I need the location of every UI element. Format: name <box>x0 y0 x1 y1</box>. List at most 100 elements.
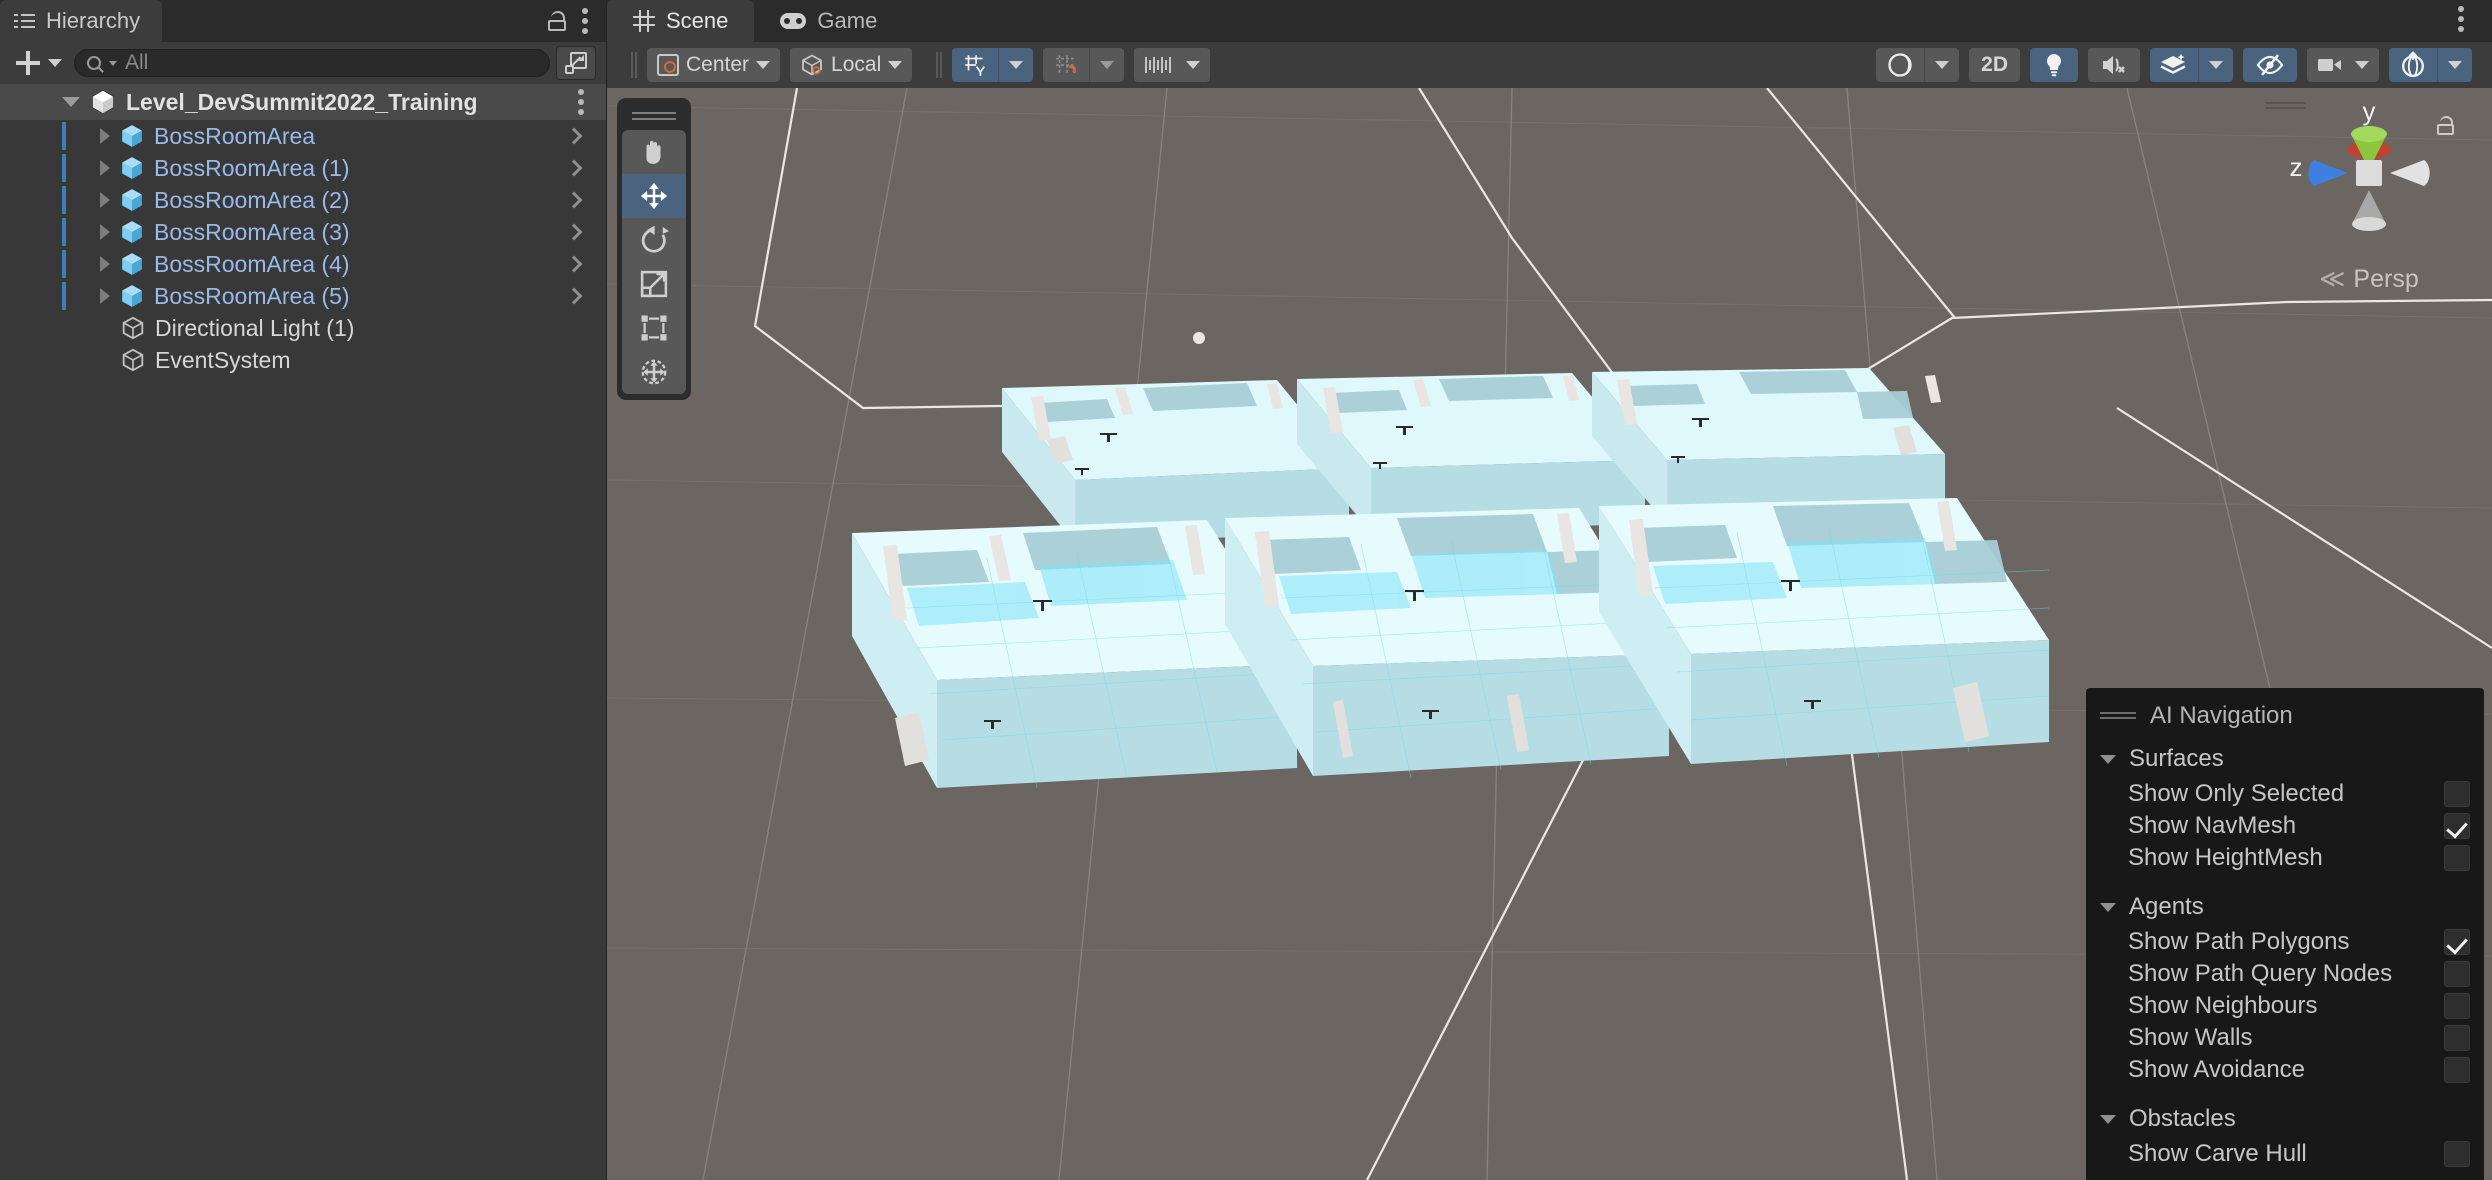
pivot-mode-button[interactable]: Center <box>647 48 780 82</box>
grid-snapping-dropdown[interactable] <box>1089 48 1124 82</box>
hierarchy-item-bossroomarea-3[interactable]: BossRoomArea (3) <box>0 216 606 248</box>
drag-handle-icon[interactable] <box>2266 102 2306 112</box>
prefab-open-chevron-icon[interactable] <box>566 192 583 209</box>
scene-lighting-button[interactable] <box>2030 48 2078 82</box>
lock-icon[interactable] <box>548 11 566 31</box>
drag-handle-icon[interactable] <box>632 110 676 122</box>
kebab-menu-icon[interactable] <box>582 8 588 34</box>
chevron-down-icon[interactable] <box>62 97 80 107</box>
transform-tool-button[interactable] <box>622 350 686 394</box>
ai-row-show-path-polygons[interactable]: Show Path Polygons <box>2086 926 2484 958</box>
ai-row-show-carve-hull[interactable]: Show Carve Hull <box>2086 1138 2484 1170</box>
scene-root-row[interactable]: Level_DevSummit2022_Training <box>0 84 606 120</box>
tab-hierarchy-label: Hierarchy <box>46 8 140 34</box>
hierarchy-item-label: BossRoomArea (4) <box>154 251 350 278</box>
ai-row-label: Show HeightMesh <box>2128 844 2323 872</box>
ai-group-header-obstacles[interactable]: Obstacles <box>2086 1100 2484 1138</box>
expand-collapse-button[interactable] <box>556 46 596 80</box>
expand-arrow-icon[interactable] <box>100 256 110 272</box>
ai-row-show-walls[interactable]: Show Walls <box>2086 1022 2484 1054</box>
add-gameobject-button[interactable] <box>10 51 68 75</box>
hierarchy-tree: BossRoomArea BossRoomArea (1) BossRoomAr… <box>0 120 606 1180</box>
ai-row-checkbox[interactable] <box>2444 1025 2470 1051</box>
kebab-menu-icon[interactable] <box>2458 6 2464 32</box>
prefab-open-chevron-icon[interactable] <box>566 288 583 305</box>
increment-snap-button[interactable] <box>1134 48 1210 82</box>
tab-scene[interactable]: Scene <box>607 0 754 42</box>
chevron-down-icon[interactable] <box>2100 1115 2116 1124</box>
kebab-menu-icon[interactable] <box>578 89 584 115</box>
gizmos-button[interactable] <box>2389 48 2437 82</box>
prefab-open-chevron-icon[interactable] <box>566 256 583 273</box>
ai-group-label: Agents <box>2129 893 2204 921</box>
hierarchy-item-label: EventSystem <box>155 347 291 374</box>
ai-row-checkbox[interactable] <box>2444 961 2470 987</box>
prefab-open-chevron-icon[interactable] <box>566 160 583 177</box>
hierarchy-item-eventsystem[interactable]: EventSystem <box>0 344 606 376</box>
grid-axis-dropdown[interactable] <box>998 48 1033 82</box>
chevron-down-icon <box>2355 61 2369 69</box>
hand-tool-button[interactable] <box>622 130 686 174</box>
gizmos-dropdown[interactable] <box>2437 48 2472 82</box>
search-input[interactable]: All <box>74 49 550 77</box>
ai-row-checkbox[interactable] <box>2444 813 2470 839</box>
prefab-open-chevron-icon[interactable] <box>566 128 583 145</box>
ai-row-checkbox[interactable] <box>2444 1057 2470 1083</box>
move-tool-button[interactable] <box>622 174 686 218</box>
hierarchy-item-directional-light-1[interactable]: Directional Light (1) <box>0 312 606 344</box>
ai-group-header-surfaces[interactable]: Surfaces <box>2086 740 2484 778</box>
rotate-tool-button[interactable] <box>622 218 686 262</box>
hierarchy-item-bossroomarea-5[interactable]: BossRoomArea (5) <box>0 280 606 312</box>
chevron-down-icon <box>888 61 902 69</box>
ai-row-checkbox[interactable] <box>2444 929 2470 955</box>
lock-open-icon[interactable] <box>2437 116 2454 135</box>
grid-snapping-button[interactable] <box>1043 48 1089 82</box>
search-filter-chevron-icon[interactable] <box>109 61 117 66</box>
tab-game[interactable]: Game <box>754 0 903 42</box>
projection-mode[interactable]: ≪Persp <box>2264 264 2474 294</box>
hierarchy-item-bossroomarea-1[interactable]: BossRoomArea (1) <box>0 152 606 184</box>
expand-arrow-icon[interactable] <box>100 160 110 176</box>
chevron-down-icon[interactable] <box>2100 755 2116 764</box>
fx-button[interactable] <box>2150 48 2198 82</box>
fx-dropdown[interactable] <box>2198 48 2233 82</box>
ai-row-checkbox[interactable] <box>2444 781 2470 807</box>
hierarchy-item-bossroomarea[interactable]: BossRoomArea <box>0 120 606 152</box>
hierarchy-item-label: BossRoomArea <box>154 123 315 150</box>
scale-tool-button[interactable] <box>622 262 686 306</box>
ai-row-label: Show Neighbours <box>2128 992 2317 1020</box>
prefab-open-chevron-icon[interactable] <box>566 224 583 241</box>
expand-arrow-icon[interactable] <box>100 128 110 144</box>
ai-row-show-navmesh[interactable]: Show NavMesh <box>2086 810 2484 842</box>
ai-group-header-agents[interactable]: Agents <box>2086 888 2484 926</box>
shading-mode-dropdown[interactable] <box>1924 48 1959 82</box>
expand-arrow-icon[interactable] <box>100 288 110 304</box>
ai-row-checkbox[interactable] <box>2444 1141 2470 1167</box>
ai-row-show-neighbours[interactable]: Show Neighbours <box>2086 990 2484 1022</box>
shading-mode-button[interactable] <box>1876 48 1924 82</box>
drag-handle-icon[interactable] <box>2100 711 2136 721</box>
ai-row-checkbox[interactable] <box>2444 845 2470 871</box>
scene-audio-button[interactable] <box>2088 48 2140 82</box>
ai-group-label: Obstacles <box>2129 1105 2236 1133</box>
scene-orientation-gizmo[interactable]: y z ≪Per <box>2264 98 2474 298</box>
camera-settings-button[interactable] <box>2307 48 2379 82</box>
handle-space-button[interactable]: Local <box>790 48 912 82</box>
chevron-down-icon[interactable] <box>2100 903 2116 912</box>
hidden-objects-button[interactable] <box>2243 48 2297 82</box>
rect-tool-button[interactable] <box>622 306 686 350</box>
toggle-2d-button[interactable]: 2D <box>1969 48 2020 82</box>
expand-arrow-icon[interactable] <box>100 224 110 240</box>
ai-row-show-heightmesh[interactable]: Show HeightMesh <box>2086 842 2484 874</box>
scene-viewport[interactable]: y z ≪Per <box>607 88 2492 1180</box>
ai-navigation-header[interactable]: AI Navigation <box>2086 698 2484 740</box>
grid-axis-button[interactable] <box>952 48 998 82</box>
tab-hierarchy[interactable]: Hierarchy <box>0 0 162 42</box>
hierarchy-item-bossroomarea-2[interactable]: BossRoomArea (2) <box>0 184 606 216</box>
expand-arrow-icon[interactable] <box>100 192 110 208</box>
ai-row-show-path-query-nodes[interactable]: Show Path Query Nodes <box>2086 958 2484 990</box>
ai-row-show-only-selected[interactable]: Show Only Selected <box>2086 778 2484 810</box>
hierarchy-item-bossroomarea-4[interactable]: BossRoomArea (4) <box>0 248 606 280</box>
ai-row-show-avoidance[interactable]: Show Avoidance <box>2086 1054 2484 1086</box>
ai-row-checkbox[interactable] <box>2444 993 2470 1019</box>
